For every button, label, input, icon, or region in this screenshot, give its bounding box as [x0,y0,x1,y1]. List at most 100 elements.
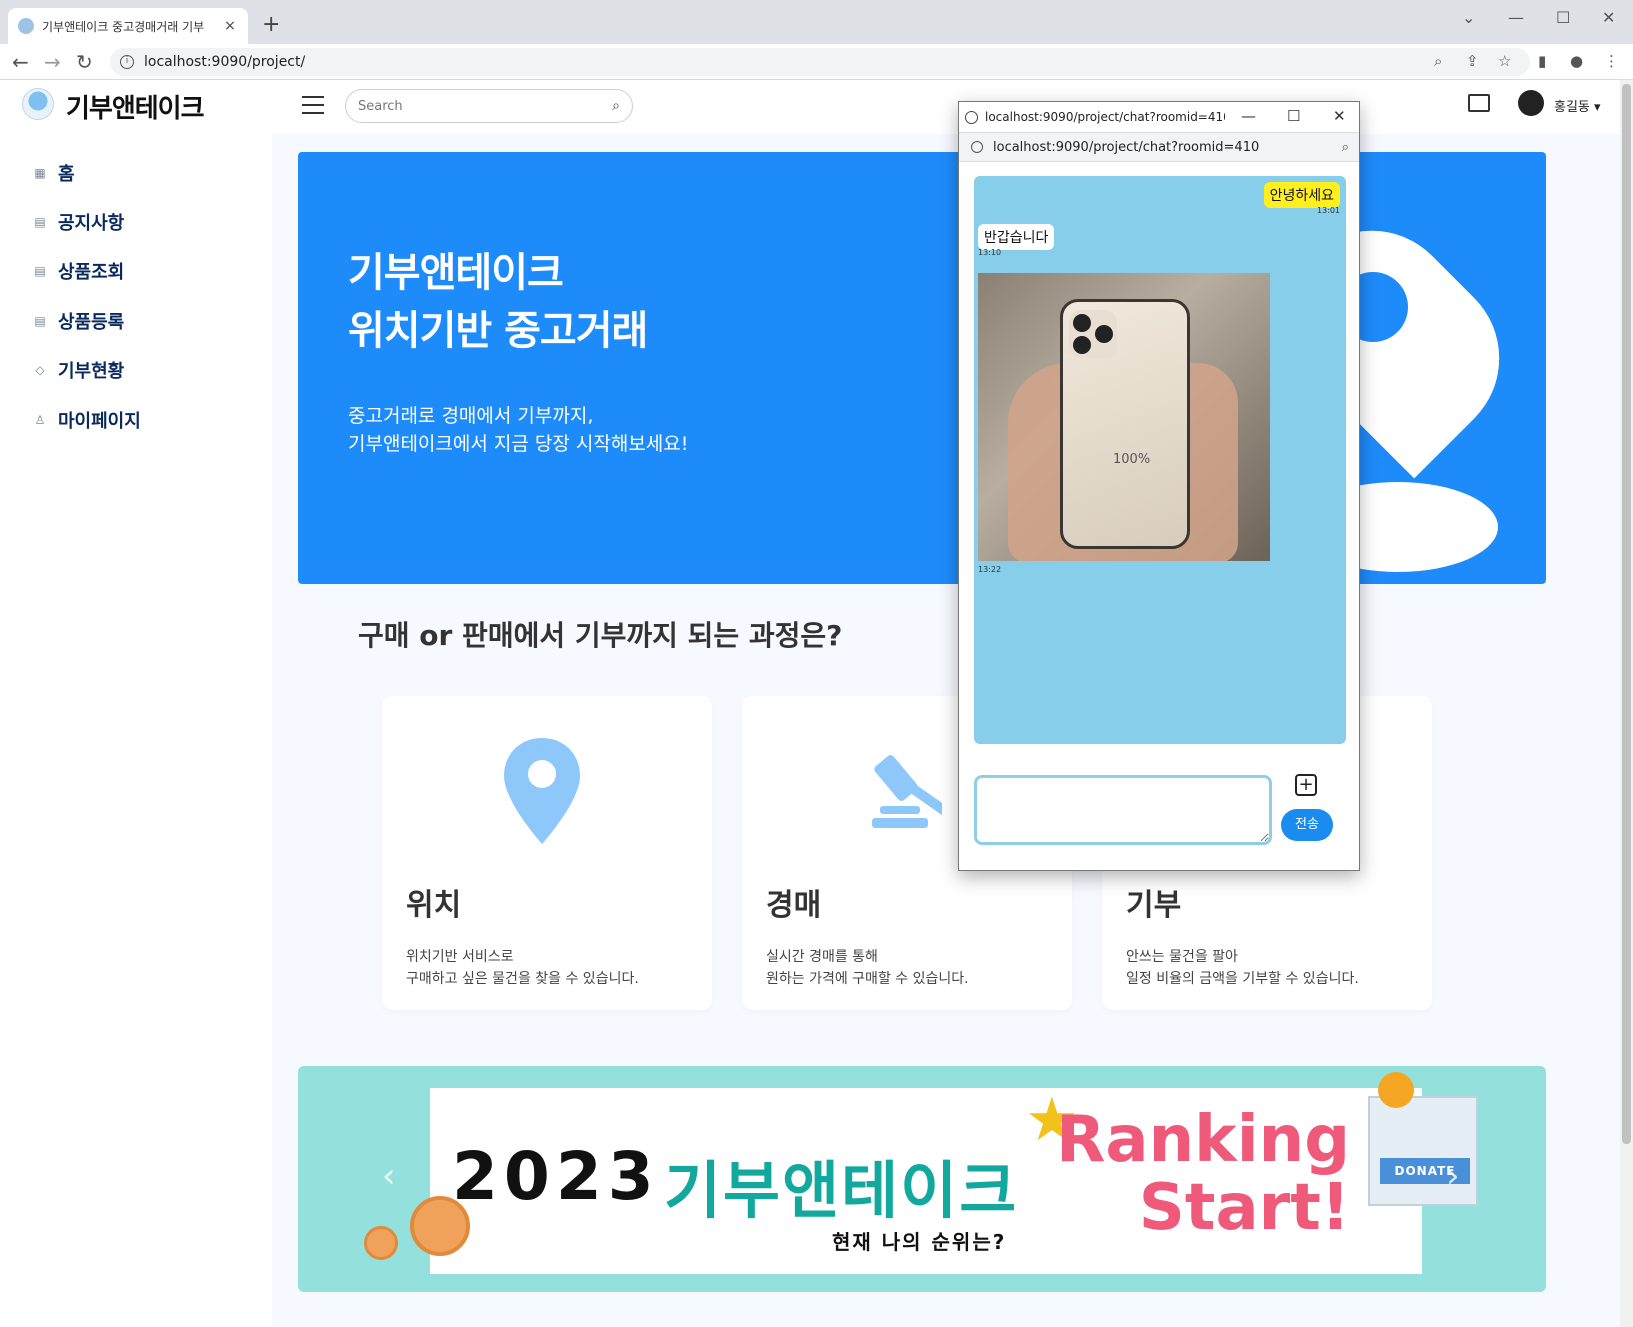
sidebar-item-home[interactable]: ▦ 홈 [32,160,75,186]
tab-search-icon[interactable]: ⌄ [1462,8,1475,27]
chat-bubble-theirs: 반갑습니다 [978,224,1055,250]
photo-camera [1069,310,1117,358]
browser-titlebar: 기부앤테이크 중고경매거래 기부 × + ⌄ — ☐ ✕ [0,0,1633,44]
popup-close-button[interactable]: ✕ [1333,107,1346,125]
gavel-icon [872,755,942,828]
menu-kebab-icon[interactable]: ⋮ [1604,52,1619,70]
medal-icon [364,1226,398,1260]
photo-note-text: 100% [1113,452,1151,467]
tab-close-icon[interactable]: × [222,18,238,34]
send-button[interactable]: 전송 [1281,809,1333,841]
share-icon[interactable]: ⇪ [1466,52,1479,70]
forward-button[interactable]: → [44,50,61,74]
main-content: 기부앤테이크 위치기반 중고거래 중고거래로 경매에서 기부까지, 기부앤테이크… [272,134,1620,1327]
new-tab-button[interactable]: + [262,12,280,37]
chat-bubble-mine: 안녕하세요 [1263,182,1340,208]
side-panel-icon[interactable]: ▮ [1538,52,1546,70]
map-pin-icon [504,738,580,844]
popup-title: localhost:9090/project/chat?roomid=410..… [985,110,1225,124]
user-name-dropdown[interactable]: 홍길동 ▾ [1554,96,1601,115]
close-window-button[interactable]: ✕ [1602,8,1615,27]
maximize-button[interactable]: ☐ [1556,8,1570,27]
popup-minimize-button[interactable]: — [1241,107,1256,125]
banner-year: 2023 [452,1138,660,1215]
browser-tab[interactable]: 기부앤테이크 중고경매거래 기부 × [8,8,248,44]
sidebar-item-mypage[interactable]: ♙ 마이페이지 [32,407,141,433]
hamburger-menu-icon[interactable] [302,96,324,114]
attach-plus-icon[interactable]: + [1295,774,1317,796]
chat-icon[interactable] [1468,94,1490,112]
list-icon: ▤ [34,314,46,328]
site-info-icon[interactable]: i [120,55,134,69]
zoom-icon[interactable]: ⌕ [1434,52,1442,70]
medal-icon [410,1196,470,1256]
sidebar: ▦ 홈 ▤ 공지사항 ▤ 상품조회 ▤ 상품등록 ◇ 기부현황 ♙ 마이페이지 [0,134,272,1327]
favicon-icon [18,18,34,34]
logo-text[interactable]: 기부앤테이크 [66,88,205,125]
document-icon: ▤ [34,215,46,229]
gem-icon: ◇ [35,363,45,377]
carousel-prev-button[interactable]: ‹ [382,1156,396,1196]
card-description: 실시간 경매를 통해 원하는 가격에 구매할 수 있습니다. [766,949,969,987]
banner-brand: 기부앤테이크 [664,1154,1019,1227]
search-icon[interactable]: ⌕ [612,98,620,114]
sidebar-item-product-list[interactable]: ▤ 상품조회 [32,258,124,284]
process-card-location: 위치 위치기반 서비스로 구매하고 싶은 물건을 찾을 수 있습니다. [382,696,712,1010]
card-title: 기부 [1126,888,1182,923]
card-title: 위치 [406,888,462,923]
donation-box-icon: DONATE [1368,1096,1478,1206]
sidebar-item-label: 기부현황 [58,361,125,382]
list-icon: ▤ [34,264,46,278]
hero-title: 기부앤테이크 위치기반 중고거래 [348,250,648,354]
photo-phone: 100% [1060,299,1190,549]
card-title: 경매 [766,888,822,923]
hero-subtitle: 중고거래로 경매에서 기부까지, 기부앤테이크에서 지금 당장 시작해보세요! [348,405,689,455]
photo-lens [1073,336,1091,354]
logo-icon[interactable] [22,88,54,120]
sidebar-item-label: 마이페이지 [58,411,141,432]
popup-url-bar: localhost:9090/project/chat?roomid=410 ⌕ [959,132,1359,162]
scrollbar-thumb[interactable] [1622,84,1631,1144]
sidebar-item-label: 상품조회 [58,262,125,283]
tab-title: 기부앤테이크 중고경매거래 기부 [42,19,205,34]
person-icon: ♙ [34,413,46,427]
sidebar-item-notice[interactable]: ▤ 공지사항 [32,209,124,235]
message-timestamp: 13:01 [1316,206,1340,215]
banner-ranking-text: Ranking Start! [1056,1103,1350,1245]
chat-image-message[interactable]: 100% [978,273,1270,561]
page-scrollbar[interactable] [1620,80,1633,1327]
url-bar[interactable]: i localhost:9090/project/ [110,48,1530,76]
avatar[interactable] [1518,90,1544,116]
card-description: 안쓰는 물건을 팔아 일정 비율의 금액을 기부할 수 있습니다. [1126,949,1359,987]
bookmark-star-icon[interactable]: ☆ [1498,52,1511,70]
sidebar-item-product-register[interactable]: ▤ 상품등록 [32,308,124,334]
reload-button[interactable]: ↻ [76,50,93,74]
ranking-banner-carousel[interactable]: ★ 2023 기부앤테이크 현재 나의 순위는? Ranking Start! … [298,1066,1546,1292]
process-title: 구매 or 판매에서 기부까지 되는 과정은? [358,619,843,652]
photo-lens [1095,325,1113,343]
back-button[interactable]: ← [12,50,29,74]
chat-message-area[interactable]: 안녕하세요 13:01 반갑습니다 13:10 100% 13:22 [974,176,1346,744]
zoom-icon[interactable]: ⌕ [1342,140,1349,155]
search-input[interactable] [358,98,613,114]
chat-message-input[interactable] [974,775,1272,845]
popup-titlebar: localhost:9090/project/chat?roomid=410..… [959,102,1359,132]
photo-lens [1073,314,1091,332]
site-info-icon[interactable] [971,141,983,153]
sidebar-item-label: 공지사항 [58,213,125,234]
popup-maximize-button[interactable]: ☐ [1287,107,1300,125]
globe-icon [965,110,978,124]
search-bar: ⌕ [345,89,633,123]
address-bar: ← → ↻ i localhost:9090/project/ ⌕ ⇪ ☆ ▮ … [0,44,1633,80]
popup-url-text: localhost:9090/project/chat?roomid=410 [993,139,1260,155]
sidebar-item-label: 홈 [58,164,75,185]
carousel-next-button[interactable]: › [1446,1156,1460,1196]
profile-icon[interactable]: ● [1570,52,1583,70]
site-header: 기부앤테이크 ⌕ 홍길동 ▾ [0,80,1620,134]
banner-subtitle: 현재 나의 순위는? [832,1230,1007,1254]
sidebar-item-donation[interactable]: ◇ 기부현황 [32,357,124,383]
coin-icon [1378,1072,1414,1108]
minimize-button[interactable]: — [1508,8,1524,27]
message-timestamp: 13:10 [978,248,1002,257]
banner-slide: ★ 2023 기부앤테이크 현재 나의 순위는? Ranking Start! [430,1088,1422,1274]
